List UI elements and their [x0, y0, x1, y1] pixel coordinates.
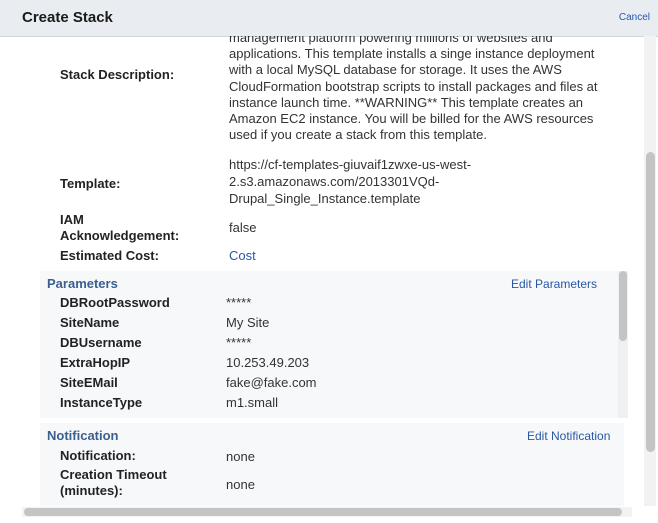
param-name-siteemail: SiteEMail	[60, 375, 118, 390]
stack-description-label: Stack Description:	[60, 67, 175, 82]
stack-description-value: management platform powering millions of…	[229, 36, 598, 143]
dialog-horizontal-scroll-thumb[interactable]	[24, 508, 622, 516]
review-content: Stack Description: management platform p…	[0, 36, 640, 506]
creation-timeout-label: Creation Timeout (minutes):	[60, 467, 167, 499]
param-value-dbrootpassword: *****	[226, 295, 252, 310]
template-url-line-2: 2.s3.amazonaws.com/2013301VQd-	[229, 174, 440, 189]
template-url: https://cf-templates-giuvaif1zwxe-us-wes…	[229, 156, 471, 207]
cost-link[interactable]: Cost	[229, 248, 256, 263]
param-name-dbrootpassword: DBRootPassword	[60, 295, 170, 310]
param-name-sitename: SiteName	[60, 315, 120, 330]
notification-value: none	[226, 449, 255, 464]
creation-timeout-label-line-2: (minutes):	[60, 483, 123, 498]
notification-label: Notification:	[60, 448, 136, 463]
parameters-title: Parameters	[47, 276, 118, 291]
creation-timeout-value: none	[226, 477, 255, 492]
cancel-button[interactable]: Cancel	[619, 12, 650, 23]
iam-label: IAM Acknowledgement:	[60, 212, 179, 244]
notification-section: Notification Edit Notification Notificat…	[40, 423, 624, 506]
dialog-title: Create Stack	[22, 9, 113, 26]
notification-title: Notification	[47, 428, 119, 443]
dialog-vertical-scroll-thumb[interactable]	[646, 152, 655, 452]
param-value-extrahopip: 10.253.49.203	[226, 355, 310, 370]
param-name-dbusername: DBUsername	[60, 335, 142, 350]
template-url-line-1: https://cf-templates-giuvaif1zwxe-us-wes…	[229, 157, 472, 172]
param-value-dbusername: *****	[226, 335, 252, 350]
iam-label-line-2: Acknowledgement:	[60, 228, 180, 243]
param-value-sitename: My Site	[226, 315, 270, 330]
iam-value: false	[229, 220, 257, 235]
iam-label-line-1: IAM	[60, 212, 84, 227]
param-name-extrahopip: ExtraHopIP	[60, 355, 131, 370]
template-label: Template:	[60, 176, 121, 191]
estimated-cost-label: Estimated Cost:	[60, 248, 159, 263]
param-value-instancetype: m1.small	[226, 395, 279, 410]
template-url-line-3: Drupal_Single_Instance.template	[229, 191, 421, 206]
edit-parameters-link[interactable]: Edit Parameters	[511, 277, 597, 291]
parameters-scroll-thumb[interactable]	[619, 271, 627, 341]
creation-timeout-label-line-1: Creation Timeout	[60, 467, 167, 482]
edit-notification-link[interactable]: Edit Notification	[527, 429, 610, 443]
param-value-siteemail: fake@fake.com	[226, 375, 317, 390]
dialog-titlebar: Create Stack Cancel	[0, 0, 658, 37]
param-name-instancetype: InstanceType	[60, 395, 143, 410]
parameters-section: Parameters Edit Parameters DBRootPasswor…	[40, 271, 628, 418]
